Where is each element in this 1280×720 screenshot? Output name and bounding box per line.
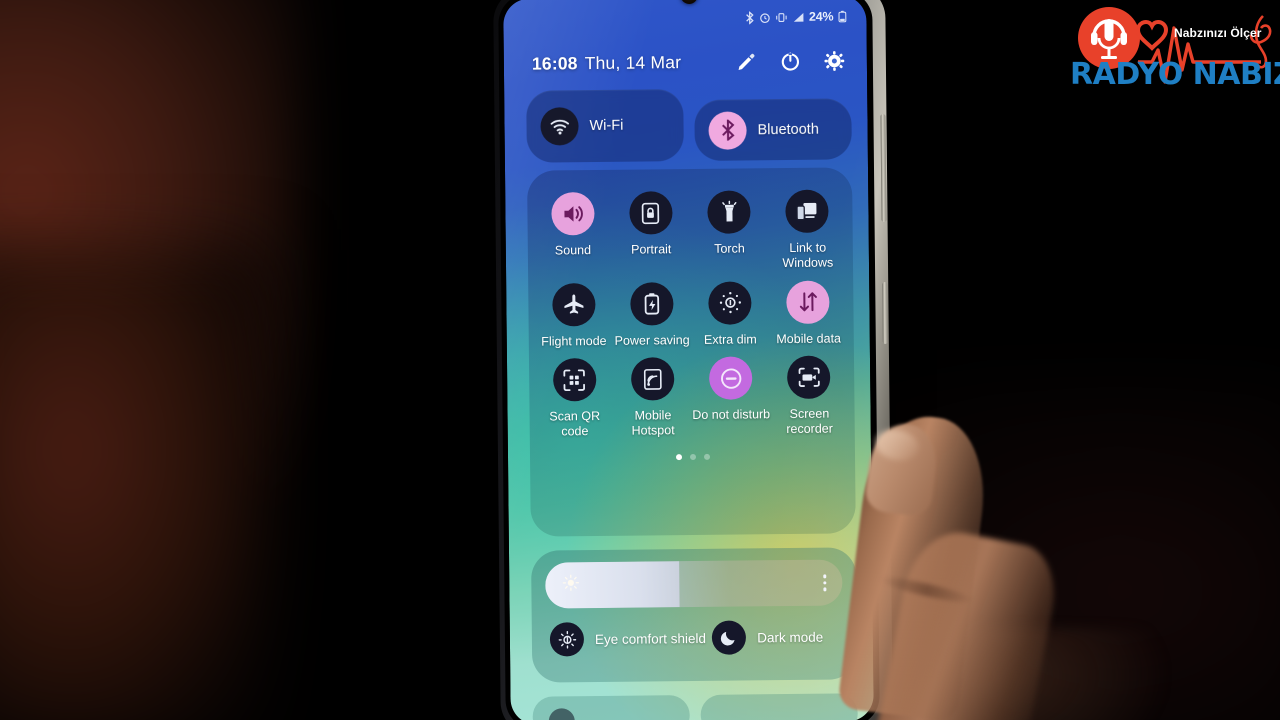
page-dot-3[interactable] bbox=[703, 453, 710, 460]
eye-comfort-label: Eye comfort shield bbox=[594, 630, 707, 647]
toggle-mobile-data[interactable]: Mobile data bbox=[769, 274, 848, 347]
hotspot-icon bbox=[630, 357, 675, 401]
toggle-mobile-hotspot[interactable]: Mobile Hotspot bbox=[613, 351, 692, 438]
toggle-label: Power saving bbox=[614, 332, 690, 348]
toggle-label: Torch bbox=[714, 241, 745, 256]
wifi-label: Wi-Fi bbox=[589, 117, 624, 135]
heart-icon bbox=[1135, 19, 1169, 51]
toggle-flight-mode[interactable]: Flight mode bbox=[534, 276, 613, 349]
flashlight-icon bbox=[707, 190, 751, 234]
bottom-partial-cards bbox=[532, 693, 858, 720]
toggle-label: Sound bbox=[554, 243, 592, 258]
clock-date-text: Thu, 14 Mar bbox=[584, 51, 682, 73]
mobile-data-icon bbox=[786, 280, 830, 324]
rotation-lock-icon bbox=[629, 191, 673, 235]
toggle-portrait[interactable]: Portrait bbox=[611, 185, 690, 272]
toggle-power-saving[interactable]: Power saving bbox=[612, 276, 691, 349]
bluetooth-icon bbox=[745, 10, 754, 24]
dark-mode-label: Dark mode bbox=[757, 629, 824, 645]
wifi-tile[interactable]: Wi-Fi bbox=[526, 89, 684, 163]
settings-button[interactable] bbox=[823, 49, 845, 71]
wifi-icon bbox=[540, 107, 579, 146]
brightness-options: Eye comfort shield Dark mode bbox=[546, 619, 843, 657]
airplane-icon bbox=[551, 282, 596, 326]
status-bar: 24% bbox=[503, 5, 866, 31]
toggle-label: Portrait bbox=[630, 242, 672, 257]
toggle-sound[interactable]: Sound bbox=[533, 186, 612, 273]
alarm-icon bbox=[759, 12, 770, 23]
photo-scene: 24% 16:08 Thu, 14 Mar Wi-Fi Bluetooth So… bbox=[0, 0, 1280, 720]
qr-scan-icon bbox=[552, 358, 597, 402]
header-spacer bbox=[681, 62, 735, 63]
battery-percent: 24% bbox=[808, 9, 834, 24]
sound-icon bbox=[550, 192, 595, 236]
battery-saver-icon bbox=[630, 281, 674, 326]
toggle-label: Link to Windows bbox=[782, 240, 834, 270]
toggle-torch[interactable]: Torch bbox=[690, 184, 769, 271]
toggle-label: Scan QR code bbox=[549, 409, 601, 439]
overflow-menu-icon[interactable] bbox=[822, 574, 827, 591]
radyo-nabiz-logo: Nabzınızı Ölçer RADYO NABIZ bbox=[1064, 2, 1280, 94]
dark-mode-button[interactable]: Dark mode bbox=[712, 620, 823, 655]
smartphone: 24% 16:08 Thu, 14 Mar Wi-Fi Bluetooth So… bbox=[493, 0, 893, 720]
hand-holding-phone bbox=[837, 408, 1175, 720]
connectivity-pills: Wi-Fi Bluetooth bbox=[526, 87, 852, 163]
clock-and-date: 16:08 Thu, 14 Mar bbox=[532, 52, 682, 75]
toggle-label: Mobile Hotspot bbox=[631, 408, 675, 438]
screen-recorder-icon bbox=[787, 355, 831, 400]
clock-time: 16:08 bbox=[531, 52, 578, 74]
power-button[interactable] bbox=[779, 50, 801, 72]
moon-icon bbox=[712, 620, 747, 655]
signal-icon bbox=[792, 11, 804, 22]
page-dot-1[interactable] bbox=[675, 453, 682, 460]
page-dot-2[interactable] bbox=[689, 453, 696, 460]
quick-settings-header: 16:08 Thu, 14 Mar bbox=[504, 43, 867, 81]
toggle-label: Flight mode bbox=[541, 333, 607, 349]
microphone-headset-icon bbox=[1091, 19, 1127, 59]
logo-tagline: Nabzınızı Ölçer bbox=[1174, 26, 1262, 40]
bluetooth-icon bbox=[708, 110, 747, 150]
brightness-panel: Eye comfort shield Dark mode bbox=[530, 547, 858, 683]
bluetooth-label: Bluetooth bbox=[757, 121, 819, 138]
edit-button[interactable] bbox=[735, 50, 757, 72]
toggle-scan-qr-code[interactable]: Scan QR code bbox=[535, 352, 614, 439]
battery-icon bbox=[838, 10, 847, 23]
quick-toggles-panel: Sound Portrait Torch Link to Windows Fli… bbox=[527, 167, 856, 537]
partial-card-left[interactable] bbox=[532, 695, 690, 720]
toggle-link-to-windows[interactable]: Link to Windows bbox=[768, 183, 847, 270]
toggle-do-not-disturb[interactable]: Do not disturb bbox=[691, 350, 770, 437]
extra-dim-icon bbox=[708, 280, 752, 325]
eye-comfort-icon bbox=[549, 622, 585, 657]
vibrate-icon bbox=[775, 11, 787, 22]
power-side-button[interactable] bbox=[882, 281, 888, 345]
brightness-slider[interactable] bbox=[545, 559, 843, 609]
toggle-label: Extra dim bbox=[703, 331, 757, 347]
logo-name: RADYO NABIZ bbox=[1070, 57, 1280, 92]
toggles-grid: Sound Portrait Torch Link to Windows Fli… bbox=[533, 183, 849, 439]
brightness-sun-icon bbox=[562, 574, 579, 596]
header-actions bbox=[735, 49, 845, 72]
eye-comfort-shield-button[interactable]: Eye comfort shield bbox=[546, 621, 713, 657]
toggle-label: Mobile data bbox=[776, 330, 842, 346]
toggle-screen-recorder[interactable]: Screen recorder bbox=[770, 350, 849, 437]
bluetooth-tile[interactable]: Bluetooth bbox=[694, 98, 852, 161]
partial-card-right[interactable] bbox=[700, 693, 858, 720]
toggle-label: Do not disturb bbox=[692, 407, 771, 423]
phone-screen: 24% 16:08 Thu, 14 Mar Wi-Fi Bluetooth So… bbox=[503, 0, 874, 720]
toggle-extra-dim[interactable]: Extra dim bbox=[691, 275, 770, 348]
page-indicator bbox=[536, 452, 849, 461]
background-blur-lower bbox=[0, 250, 270, 720]
do-not-disturb-icon bbox=[709, 356, 753, 401]
toggle-label: Screen recorder bbox=[786, 406, 833, 437]
link-to-windows-icon bbox=[785, 189, 830, 234]
